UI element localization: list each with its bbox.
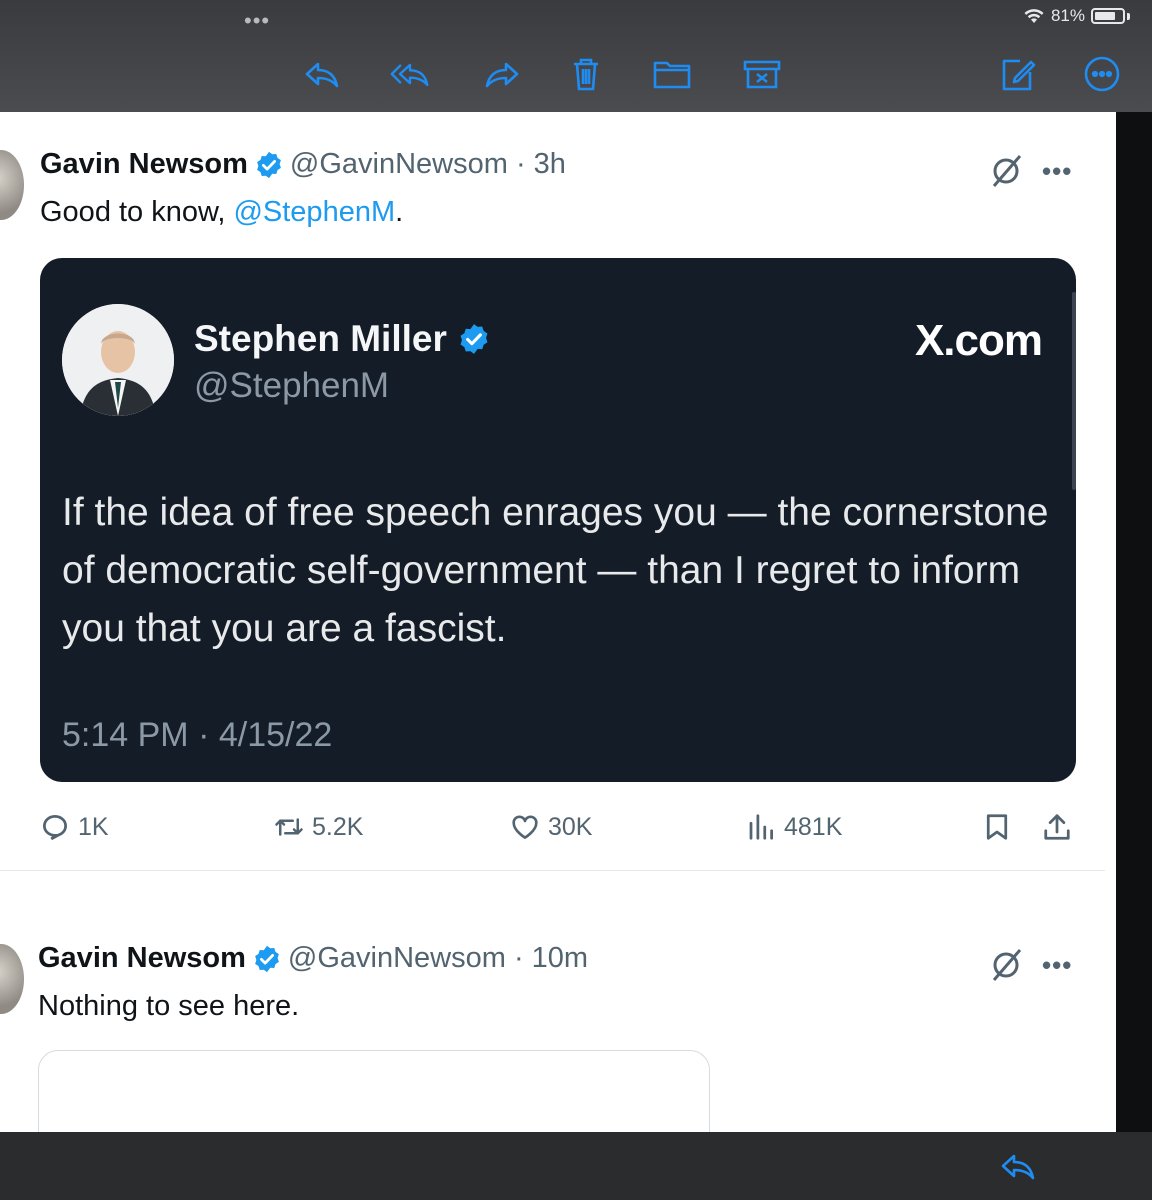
like-button[interactable]: 30K (510, 812, 592, 842)
status-bar: 81% (1023, 6, 1130, 26)
media-card[interactable] (38, 1050, 710, 1132)
like-count: 30K (548, 812, 593, 841)
tweet-actions: 1K 5.2K 30K 481K (40, 812, 1080, 852)
compose-icon[interactable] (996, 52, 1040, 96)
archive-icon[interactable] (740, 52, 784, 96)
tweet-divider (0, 870, 1105, 871)
tweet-header: Gavin Newsom @GavinNewsom · 10m (38, 942, 588, 975)
quoted-post-image[interactable]: Stephen Miller @StephenM X.com If the id… (40, 258, 1076, 782)
reply-button[interactable]: 1K (40, 812, 109, 842)
bookmark-icon (986, 814, 1008, 840)
tweet-text: Nothing to see here. (38, 990, 300, 1022)
mention-link[interactable]: @StephenM (233, 196, 395, 228)
grok-icon[interactable] (986, 150, 1026, 190)
battery-percent: 81% (1050, 6, 1085, 25)
mail-toolbar: ••• 81% (0, 0, 1152, 112)
quoted-avatar (62, 304, 174, 416)
quoted-text: If the idea of free speech enrages you —… (62, 491, 1049, 650)
brand-logo: X.com (914, 316, 1043, 365)
forward-icon[interactable] (480, 52, 524, 96)
bookmark-button[interactable] (982, 812, 1012, 842)
verified-badge-icon (460, 324, 488, 354)
comment-icon (42, 814, 68, 841)
author-handle[interactable]: @GavinNewsom · 10m (288, 942, 588, 975)
author-name: Gavin Newsom (38, 942, 246, 974)
quoted-author-row: Stephen Miller (194, 318, 497, 360)
more-options-icon[interactable]: ••• (1042, 950, 1072, 981)
avatar (0, 944, 24, 1014)
heart-icon (512, 815, 538, 839)
multitasking-dots[interactable]: ••• (244, 8, 270, 34)
author-handle[interactable]: @GavinNewsom · 3h (290, 148, 566, 181)
quoted-author-name: Stephen Miller (194, 318, 447, 359)
avatar (0, 150, 24, 220)
quoted-author-handle: @StephenM (194, 366, 390, 405)
view-count: 481K (784, 812, 843, 841)
tweet-header: Gavin Newsom @GavinNewsom · 3h (40, 148, 566, 181)
quoted-timestamp: 5:14 PM · 4/15/22 (62, 716, 333, 754)
reply-all-icon[interactable] (388, 52, 432, 96)
verified-badge-icon (257, 151, 281, 178)
tweet-text: Good to know, @StephenM. (40, 196, 404, 228)
more-circle-icon[interactable] (1080, 52, 1124, 96)
wifi-icon (1024, 9, 1044, 23)
share-icon (1044, 814, 1070, 840)
repost-count: 5.2K (312, 812, 364, 841)
reply-icon[interactable] (996, 1144, 1040, 1188)
bottom-toolbar (0, 1132, 1152, 1200)
views-chart-icon (749, 814, 773, 840)
reply-count: 1K (78, 812, 109, 841)
repost-button[interactable]: 5.2K (274, 812, 363, 842)
verified-badge-icon (255, 945, 279, 972)
folder-icon[interactable] (650, 52, 694, 96)
views-button[interactable]: 481K (746, 812, 842, 842)
battery-icon (1091, 8, 1125, 24)
more-options-icon[interactable]: ••• (1042, 156, 1072, 187)
share-button[interactable] (1042, 812, 1072, 842)
grok-icon[interactable] (986, 944, 1026, 984)
right-edge (1116, 112, 1152, 1132)
trash-icon[interactable] (564, 52, 608, 96)
author-name: Gavin Newsom (40, 148, 248, 180)
scroll-indicator (1072, 292, 1076, 490)
email-body: Gavin Newsom @GavinNewsom · 3h ••• Good … (0, 112, 1116, 1132)
repost-icon (275, 818, 303, 836)
reply-icon[interactable] (300, 52, 344, 96)
